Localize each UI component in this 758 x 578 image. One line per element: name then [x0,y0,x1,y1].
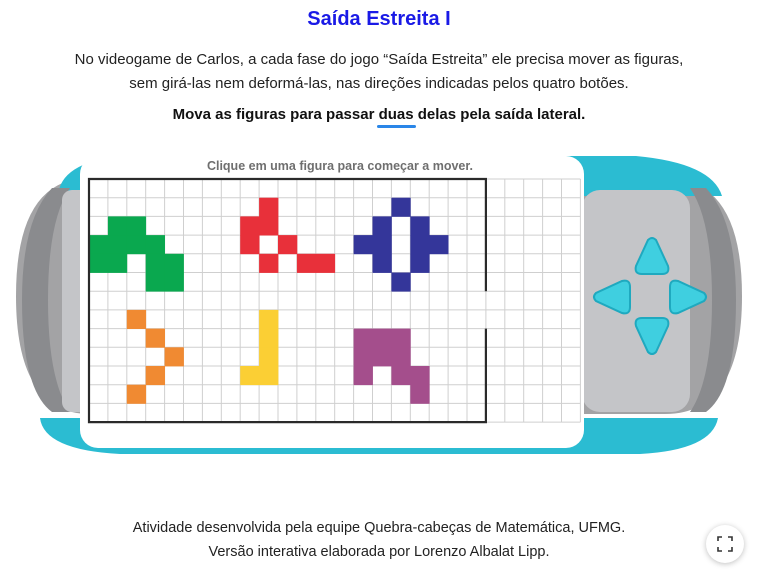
dpad-right-button[interactable] [669,279,707,315]
purple-figure-cell[interactable] [410,384,430,404]
purple-figure-cell[interactable] [410,366,430,386]
yellow-figure-cell[interactable] [259,309,279,329]
blue-figure-cell[interactable] [372,235,392,255]
blue-figure-cell[interactable] [353,235,373,255]
game-grid [88,178,581,423]
orange-figure-cell[interactable] [145,366,165,386]
red-figure[interactable] [240,197,336,273]
red-figure-cell[interactable] [259,216,279,236]
green-figure-cell[interactable] [145,253,165,273]
console-screen [80,156,584,448]
orange-figure-cell[interactable] [145,328,165,348]
yellow-figure-cell[interactable] [259,328,279,348]
arrow-down-icon [634,317,670,355]
purple-figure-cell[interactable] [391,366,411,386]
intro-line-2: sem girá-las nem deformá-las, nas direçõ… [129,75,629,92]
purple-figure-cell[interactable] [372,328,392,348]
red-figure-cell[interactable] [296,253,317,273]
fullscreen-button[interactable] [706,525,744,563]
intro-text: No videogame de Carlos, a cada fase do j… [40,48,718,96]
orange-figure-cell[interactable] [164,347,184,367]
green-figure-cell[interactable] [164,272,184,292]
console-left-panel [62,190,92,412]
page-title: Saída Estreita I [307,8,451,30]
yellow-figure-cell[interactable] [240,366,260,386]
arrow-right-icon [669,279,707,315]
green-figure-cell[interactable] [107,235,128,255]
green-figure-cell[interactable] [145,272,165,292]
console-left-edge [22,188,70,412]
green-figure-cell[interactable] [89,235,109,255]
dpad-left-button[interactable] [593,279,631,315]
green-figure-cell[interactable] [126,216,147,236]
blue-figure-cell[interactable] [410,216,430,236]
green-figure-cell[interactable] [164,253,184,273]
blue-figure-cell[interactable] [391,272,411,292]
yellow-figure-cell[interactable] [259,347,279,367]
purple-figure-cell[interactable] [353,328,373,348]
arrow-left-icon [593,279,631,315]
purple-figure-cell[interactable] [353,366,373,386]
green-figure-cell[interactable] [126,235,147,255]
arrow-up-icon [634,237,670,275]
footer-credit-line: Atividade desenvolvida pela equipe Quebr… [132,520,626,536]
task-highlight-word: duas [376,106,416,128]
red-figure-cell[interactable] [240,216,260,236]
task-instruction: Mova as figuras para passar duas delas p… [0,106,758,128]
green-figure[interactable] [89,216,184,292]
green-figure-cell[interactable] [107,216,128,236]
blue-figure-cell[interactable] [372,253,392,273]
orange-figure-cell[interactable] [126,309,147,329]
blue-figure[interactable] [353,197,449,292]
red-figure-cell[interactable] [315,253,336,273]
green-figure-cell[interactable] [145,235,165,255]
yellow-figure-cell[interactable] [259,366,279,386]
blue-figure-cell[interactable] [429,235,449,255]
purple-figure[interactable] [353,328,430,404]
console-bottom-band [40,418,718,454]
red-figure-cell[interactable] [240,235,260,255]
dpad-down-button[interactable] [634,317,670,355]
purple-figure-cell[interactable] [372,347,392,367]
green-figure-cell[interactable] [89,253,109,273]
green-figure-cell[interactable] [107,253,128,273]
footer: Atividade desenvolvida pela equipe Quebr… [0,516,758,564]
figures-layer [89,197,449,404]
orange-figure[interactable] [126,309,184,404]
yellow-figure[interactable] [240,309,279,386]
blue-figure-cell[interactable] [410,235,430,255]
blue-figure-cell[interactable] [372,216,392,236]
footer-author-line: Versão interativa elaborada por Lorenzo … [208,544,550,560]
purple-figure-cell[interactable] [353,347,373,367]
task-text-after: delas pela saída lateral. [413,106,586,123]
blue-figure-cell[interactable] [391,197,411,217]
purple-figure-cell[interactable] [391,347,411,367]
task-text-before: Mova as figuras para passar [172,106,379,123]
orange-figure-cell[interactable] [126,384,147,404]
console-shell [16,178,742,414]
fullscreen-icon [717,536,733,552]
red-figure-cell[interactable] [259,197,279,217]
blue-figure-cell[interactable] [410,253,430,273]
grid-background [89,179,581,423]
red-figure-cell[interactable] [278,235,298,255]
intro-line-1: No videogame de Carlos, a cada fase do j… [74,51,684,68]
dpad [593,237,707,355]
red-figure-cell[interactable] [259,253,279,273]
dpad-up-button[interactable] [634,237,670,275]
game-hint: Clique em uma figura para começar a move… [206,159,474,173]
purple-figure-cell[interactable] [391,328,411,348]
